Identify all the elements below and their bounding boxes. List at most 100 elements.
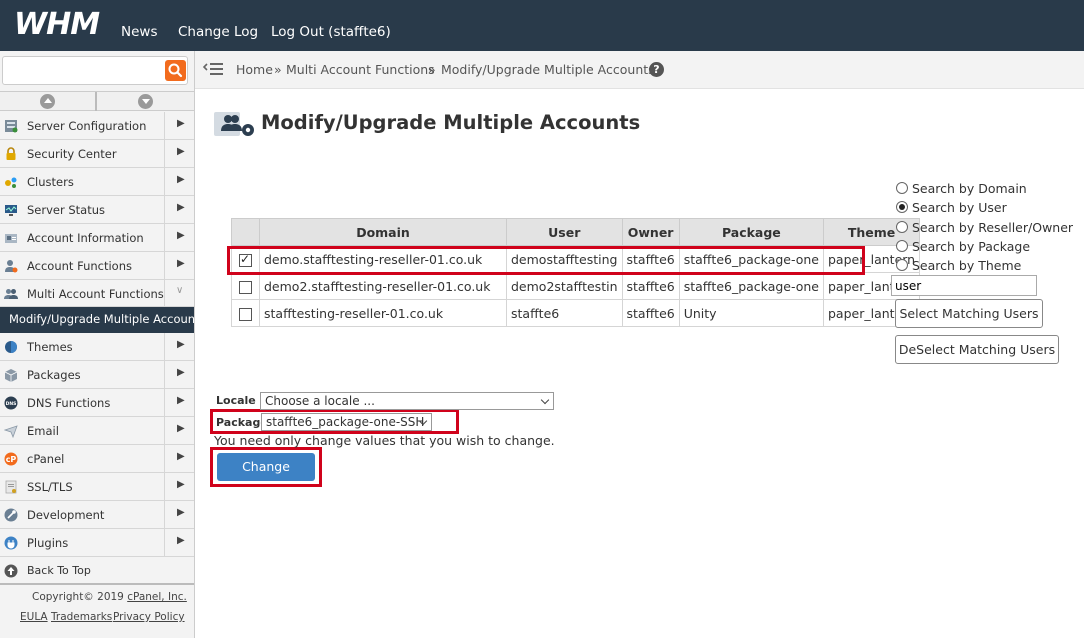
sidebar-item-modify-upgrade-multiple-accounts[interactable]: Modify/Upgrade Multiple Accounts (0, 307, 206, 333)
menu-toggle-icon[interactable] (203, 61, 223, 77)
cell-user: staffte6 (506, 299, 623, 327)
back-to-top-icon (4, 564, 18, 578)
row-checkbox[interactable] (239, 307, 252, 321)
trademarks-link[interactable]: Trademarks (51, 611, 112, 623)
cell-package: Unity (678, 299, 825, 327)
sidebar-item-email[interactable]: Email ▶ (0, 417, 194, 445)
row-checkbox[interactable] (239, 252, 252, 267)
privacy-policy-link[interactable]: Privacy Policy (113, 611, 185, 623)
development-icon (4, 508, 18, 522)
eula-link[interactable]: EULA (20, 611, 48, 623)
expand-arrow[interactable]: ▶ (164, 112, 194, 139)
ssl-icon (5, 480, 17, 494)
sidebar-item-account-functions[interactable]: Account Functions ▶ (0, 252, 194, 280)
expand-arrow[interactable]: ▶ (164, 529, 194, 556)
sidebar-item-ssl-tls[interactable]: SSL/TLS ▶ (0, 473, 194, 501)
sidebar-item-clusters[interactable]: Clusters ▶ (0, 168, 194, 196)
scroll-down-button[interactable] (98, 92, 195, 111)
caret-right-icon: ▶ (177, 479, 185, 490)
breadcrumb-separator: » (428, 62, 436, 77)
logout-link[interactable]: Log Out (staffte6) (271, 24, 391, 40)
table-row[interactable]: demo.stafftesting-reseller-01.co.uk demo… (231, 245, 921, 273)
radio-button[interactable] (896, 221, 908, 233)
match-input[interactable] (891, 275, 1037, 296)
column-header-domain[interactable]: Domain (259, 218, 507, 246)
sidebar-item-security-center[interactable]: Security Center ▶ (0, 140, 194, 168)
select-column-header (231, 218, 260, 246)
breadcrumb-multi-account-functions[interactable]: Multi Account Functions (286, 62, 435, 77)
monitor-icon (5, 205, 17, 216)
cpanel-icon: cP (4, 452, 18, 466)
sidebar-item-server-status[interactable]: Server Status ▶ (0, 196, 194, 224)
sidebar-item-themes[interactable]: Themes ▶ (0, 333, 194, 361)
sidebar-item-back-to-top[interactable]: Back To Top (0, 557, 194, 585)
sidebar-item-cpanel[interactable]: cP cPanel ▶ (0, 445, 194, 473)
radio-button[interactable] (896, 182, 908, 194)
radio-search-by-user[interactable]: Search by User (896, 200, 1007, 218)
expand-arrow[interactable]: ▶ (164, 473, 194, 500)
sidebar-item-account-information[interactable]: Account Information ▶ (0, 224, 194, 252)
cpanel-inc-link[interactable]: cPanel, Inc. (127, 591, 187, 603)
sidebar-scroll-controls (0, 91, 194, 111)
breadcrumb: Home » Multi Account Functions » Modify/… (195, 51, 1084, 89)
sidebar-item-multi-account-functions[interactable]: Multi Account Functions ∨ (0, 280, 194, 307)
radio-button[interactable] (896, 201, 908, 213)
change-button[interactable]: Change (217, 453, 315, 481)
cell-domain: demo2.stafftesting-reseller-01.co.uk (259, 272, 507, 300)
table-row[interactable]: demo2.stafftesting-reseller-01.co.uk dem… (231, 272, 921, 300)
expand-arrow[interactable]: ▶ (164, 168, 194, 195)
sidebar-item-packages[interactable]: Packages ▶ (0, 361, 194, 389)
locale-select[interactable]: Choose a locale ... (260, 392, 554, 410)
row-checkbox[interactable] (239, 280, 252, 294)
sidebar-item-server-configuration[interactable]: Server Configuration ▶ (0, 112, 194, 140)
scroll-up-button[interactable] (0, 92, 97, 111)
caret-right-icon: ▶ (177, 146, 185, 157)
column-header-owner[interactable]: Owner (621, 218, 680, 246)
search-button[interactable] (165, 60, 186, 81)
radio-search-by-package[interactable]: Search by Package (896, 239, 1030, 257)
expand-arrow[interactable]: ▶ (164, 361, 194, 388)
news-link[interactable]: News (121, 24, 157, 40)
help-icon[interactable]: ? (649, 62, 664, 77)
expand-arrow[interactable]: ▶ (164, 501, 194, 528)
sidebar-item-dns-functions[interactable]: DNS DNS Functions ▶ (0, 389, 194, 417)
collapse-arrow[interactable]: ∨ (164, 280, 194, 307)
expand-arrow[interactable]: ▶ (164, 140, 194, 167)
radio-button[interactable] (896, 240, 908, 252)
expand-arrow[interactable]: ▶ (164, 445, 194, 472)
cell-user: demostafftesting (506, 245, 623, 273)
radio-search-by-reseller[interactable]: Search by Reseller/Owner (896, 220, 1073, 238)
expand-arrow[interactable]: ▶ (164, 252, 194, 279)
cell-package: staffte6_package-one (678, 272, 825, 300)
package-select[interactable]: staffte6_package-one-SSH (261, 413, 432, 431)
radio-button[interactable] (896, 259, 908, 271)
caret-right-icon: ▶ (177, 367, 185, 378)
change-log-link[interactable]: Change Log (178, 24, 258, 40)
cell-owner: staffte6 (621, 299, 680, 327)
select-matching-users-button[interactable]: Select Matching Users (895, 299, 1043, 328)
expand-arrow[interactable]: ▶ (164, 389, 194, 416)
expand-arrow[interactable]: ▶ (164, 333, 194, 360)
accounts-table: Domain User Owner Package Theme demo.sta… (231, 218, 921, 327)
sidebar-search-input[interactable] (7, 60, 162, 81)
breadcrumb-current: Modify/Upgrade Multiple Accounts (441, 62, 655, 77)
dns-icon: DNS (4, 396, 18, 410)
expand-arrow[interactable]: ▶ (164, 224, 194, 251)
column-header-user[interactable]: User (506, 218, 623, 246)
multi-account-icon (214, 112, 254, 136)
users-icon (4, 289, 18, 299)
breadcrumb-home[interactable]: Home (236, 62, 273, 77)
radio-search-by-domain[interactable]: Search by Domain (896, 181, 1027, 199)
table-row[interactable]: stafftesting-reseller-01.co.uk staffte6 … (231, 299, 921, 327)
caret-right-icon: ▶ (177, 258, 185, 269)
sidebar-item-development[interactable]: Development ▶ (0, 501, 194, 529)
whm-logo[interactable]: WHM (14, 7, 100, 42)
email-icon (4, 425, 18, 438)
expand-arrow[interactable]: ▶ (164, 417, 194, 444)
arrow-down-icon (138, 94, 153, 109)
sidebar-item-plugins[interactable]: Plugins ▶ (0, 529, 194, 557)
column-header-package[interactable]: Package (678, 218, 825, 246)
deselect-matching-users-button[interactable]: DeSelect Matching Users (895, 335, 1059, 364)
radio-search-by-theme[interactable]: Search by Theme (896, 258, 1021, 276)
expand-arrow[interactable]: ▶ (164, 196, 194, 223)
